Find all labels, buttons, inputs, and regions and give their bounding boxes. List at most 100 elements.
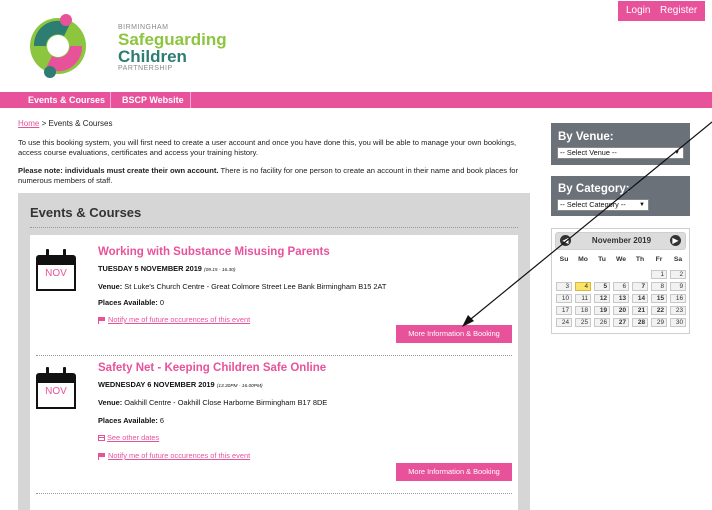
calendar-day[interactable]: 15	[651, 294, 667, 303]
calendar-small-icon	[98, 435, 105, 442]
calendar-day[interactable]: 6	[613, 282, 629, 291]
calendar-day[interactable]: 2	[670, 270, 686, 279]
event-divider	[36, 493, 512, 494]
calendar-icon: NOV	[36, 367, 76, 411]
notify-link[interactable]: Notify me of future occurences of this e…	[98, 315, 251, 325]
account-note: Please note: individuals must create the…	[18, 166, 536, 186]
calendar-header: ◀ November 2019 ▶	[555, 232, 686, 250]
venue-filter-box: By Venue: -- Select Venue -- ▼	[551, 123, 690, 165]
weekday-label: Th	[635, 256, 645, 263]
weekday-label: Fr	[655, 256, 663, 263]
logo-line-2: Children	[118, 47, 187, 66]
register-button[interactable]: Register	[652, 1, 706, 21]
places-value: 0	[159, 298, 165, 307]
events-list: NOV Working with Substance Misusing Pare…	[30, 235, 518, 510]
event-places: Places Available: 0	[98, 298, 164, 307]
event-title[interactable]: Safety Net - Keeping Children Safe Onlin…	[98, 362, 326, 374]
calendar-day[interactable]: 17	[556, 306, 572, 315]
breadcrumb-home-link[interactable]: Home	[18, 119, 39, 128]
venue-select[interactable]: -- Select Venue -- ▼	[557, 147, 684, 159]
weekday-label: Tu	[598, 256, 606, 263]
event-month: NOV	[45, 268, 67, 279]
calendar-day[interactable]: 8	[651, 282, 667, 291]
nav-divider	[190, 92, 191, 108]
calendar-day[interactable]: 23	[670, 306, 686, 315]
logo-wordmark: BIRMINGHAM Safeguarding Children PARTNER…	[118, 24, 227, 72]
category-filter-box: By Category: -- Select Category -- ▼	[551, 176, 690, 216]
weekday-label: Sa	[673, 256, 683, 263]
panel-rule	[30, 227, 518, 228]
nav-item-events[interactable]: Events & Courses	[28, 92, 105, 108]
calendar-day[interactable]: 4	[575, 282, 591, 291]
calendar-day[interactable]: 27	[613, 318, 629, 327]
events-panel: Events & Courses NOV Working with Substa…	[18, 193, 530, 510]
venue-value: St Luke's Church Centre - Great Colmore …	[124, 282, 387, 291]
weekday-label: Su	[559, 256, 569, 263]
calendar-day[interactable]: 7	[632, 282, 648, 291]
event-time: (09.15 - 16.30)	[203, 268, 236, 273]
notify-link-text: Notify me of future occurences of this e…	[108, 315, 251, 324]
calendar-month-title: November 2019	[591, 236, 652, 245]
calendar-day[interactable]: 1	[651, 270, 667, 279]
see-other-dates-link[interactable]: See other dates	[98, 433, 159, 442]
venue-value: Oakhill Centre - Oakhill Close Harborne …	[124, 398, 328, 407]
booking-button[interactable]: More Information & Booking	[396, 463, 512, 481]
intro-text: To use this booking system, you will fir…	[18, 138, 517, 157]
dropdown-arrow-icon: ▼	[674, 150, 680, 156]
event-date: TUESDAY 5 NOVEMBER 2019 (09.15 - 16.30)	[98, 264, 235, 273]
calendar-day[interactable]: 24	[556, 318, 572, 327]
bscp-logo[interactable]: BIRMINGHAM Safeguarding Children PARTNER…	[20, 10, 227, 80]
calendar-day[interactable]: 5	[594, 282, 610, 291]
calendar-day[interactable]: 11	[575, 294, 591, 303]
calendar-day[interactable]: 30	[670, 318, 686, 327]
calendar-day[interactable]: 9	[670, 282, 686, 291]
event-item: NOV Working with Substance Misusing Pare…	[30, 235, 518, 353]
breadcrumb-current: Events & Courses	[48, 119, 113, 128]
event-date: WEDNESDAY 6 NOVEMBER 2019 (13.30PM - 16.…	[98, 380, 263, 389]
calendar-day[interactable]: 10	[556, 294, 572, 303]
calendar-day[interactable]: 20	[613, 306, 629, 315]
event-venue: Venue: Oakhill Centre - Oakhill Close Ha…	[98, 398, 327, 407]
panel-title: Events & Courses	[30, 205, 142, 220]
calendar-day[interactable]: 16	[670, 294, 686, 303]
calendar-day[interactable]: 26	[594, 318, 610, 327]
category-filter-title: By Category:	[558, 183, 630, 195]
flag-icon	[98, 453, 106, 461]
calendar-day[interactable]: 19	[594, 306, 610, 315]
event-date-text: WEDNESDAY 6 NOVEMBER 2019	[98, 380, 215, 389]
nav-item-bscp-website[interactable]: BSCP Website	[122, 92, 184, 108]
notify-link[interactable]: Notify me of future occurences of this e…	[98, 451, 250, 461]
mini-calendar: ◀ November 2019 ▶ Su Mo Tu We Th Fr Sa 1 2 3 4 5 6 7 8…	[551, 228, 690, 334]
category-select[interactable]: -- Select Category -- ▼	[557, 199, 649, 211]
other-dates-text: See other dates	[107, 433, 160, 442]
event-venue: Venue: St Luke's Church Centre - Great C…	[98, 282, 386, 291]
next-month-icon[interactable]: ▶	[670, 235, 681, 246]
booking-button[interactable]: More Information & Booking	[396, 325, 512, 343]
category-select-value: -- Select Category --	[560, 200, 626, 209]
calendar-day[interactable]: 13	[613, 294, 629, 303]
event-item: NOV Safety Net - Keeping Children Safe O…	[30, 361, 518, 506]
logo-mark-icon	[30, 14, 86, 78]
note-label: Please note:	[18, 166, 63, 175]
calendar-day[interactable]: 14	[632, 294, 648, 303]
event-title[interactable]: Working with Substance Misusing Parents	[98, 246, 330, 258]
calendar-day[interactable]: 3	[556, 282, 572, 291]
places-label: Places Available:	[98, 298, 158, 307]
venue-label: Venue:	[98, 398, 123, 407]
event-time: (13.30PM - 16.00PM)	[216, 384, 263, 389]
weekday-label: Mo	[578, 256, 588, 263]
nav-divider	[110, 92, 111, 108]
calendar-day[interactable]: 28	[632, 318, 648, 327]
calendar-day[interactable]: 25	[575, 318, 591, 327]
logo-partnership: PARTNERSHIP	[118, 65, 173, 72]
calendar-day[interactable]: 29	[651, 318, 667, 327]
venue-select-value: -- Select Venue --	[560, 148, 617, 157]
calendar-day[interactable]: 18	[575, 306, 591, 315]
calendar-day[interactable]: 12	[594, 294, 610, 303]
calendar-day[interactable]: 21	[632, 306, 648, 315]
places-value: 6	[159, 416, 165, 425]
venue-label: Venue:	[98, 282, 123, 291]
event-date-text: TUESDAY 5 NOVEMBER 2019	[98, 264, 202, 273]
calendar-day[interactable]: 22	[651, 306, 667, 315]
logo-line-1: Safeguarding	[118, 30, 227, 49]
